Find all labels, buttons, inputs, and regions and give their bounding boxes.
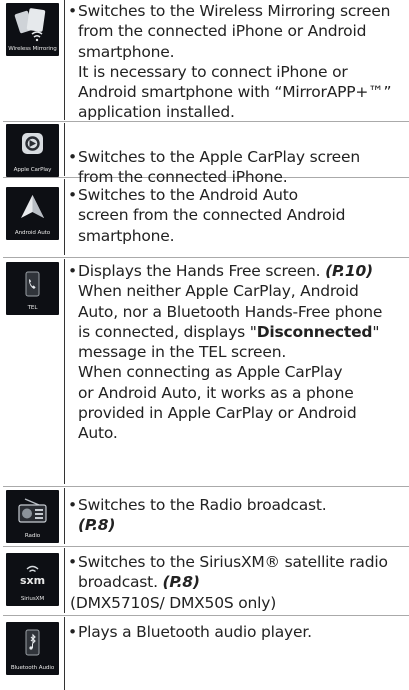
- bluetooth-audio-icon: Bluetooth Audio: [6, 622, 59, 675]
- column-divider: [64, 259, 65, 484]
- icon-label: Wireless Mirroring: [8, 46, 57, 52]
- row-separator: [3, 486, 409, 487]
- column-divider: [64, 179, 65, 255]
- icon-label: Bluetooth Audio: [10, 665, 55, 671]
- column-divider: [64, 0, 65, 120]
- icon-label: TEL: [27, 305, 38, 311]
- column-divider: [64, 548, 65, 613]
- siriusxm-logo-text: sxm: [19, 574, 46, 587]
- row-separator: [3, 546, 409, 547]
- siriusxm-icon: sxm SiriusXM: [6, 553, 59, 606]
- android-auto-icon: Android Auto: [6, 187, 59, 240]
- phone-icon: TEL: [6, 262, 59, 315]
- page-reference: (P.10): [325, 262, 373, 280]
- radio-icon: Radio: [6, 490, 59, 543]
- apple-carplay-icon: Apple CarPlay: [6, 124, 59, 177]
- column-divider: [64, 488, 65, 544]
- disconnected-label: Disconnected: [256, 322, 373, 341]
- wireless-mirroring-icon: Wireless Mirroring: [6, 3, 59, 56]
- page-reference: (P.8): [78, 516, 116, 535]
- android-auto-description: • Switches to the Android Auto screen fr…: [68, 186, 346, 245]
- icon-label: Radio: [24, 533, 41, 539]
- wireless-mirroring-description: • Switches to the Wireless Mirroring scr…: [68, 2, 392, 122]
- icon-label: Android Auto: [14, 230, 51, 236]
- column-divider: [64, 617, 65, 690]
- radio-description: • Switches to the Radio broadcast. (P.8): [68, 495, 404, 536]
- page-reference: (P.8): [162, 573, 200, 592]
- model-note: (DMX5710S/ DMX50S only): [70, 594, 277, 612]
- icon-label: SiriusXM: [20, 596, 45, 602]
- tel-description: • Displays the Hands Free screen. (P.10)…: [68, 262, 383, 443]
- column-divider: [64, 123, 65, 176]
- siriusxm-description: • Switches to the SiriusXM® satellite ra…: [68, 553, 388, 592]
- row-separator: [3, 257, 409, 258]
- bluetooth-audio-description: • Plays a Bluetooth audio player.: [68, 623, 312, 641]
- apple-carplay-description: • Switches to the Apple CarPlay screen f…: [68, 148, 360, 187]
- icon-label: Apple CarPlay: [13, 167, 52, 173]
- row-separator: [3, 615, 409, 616]
